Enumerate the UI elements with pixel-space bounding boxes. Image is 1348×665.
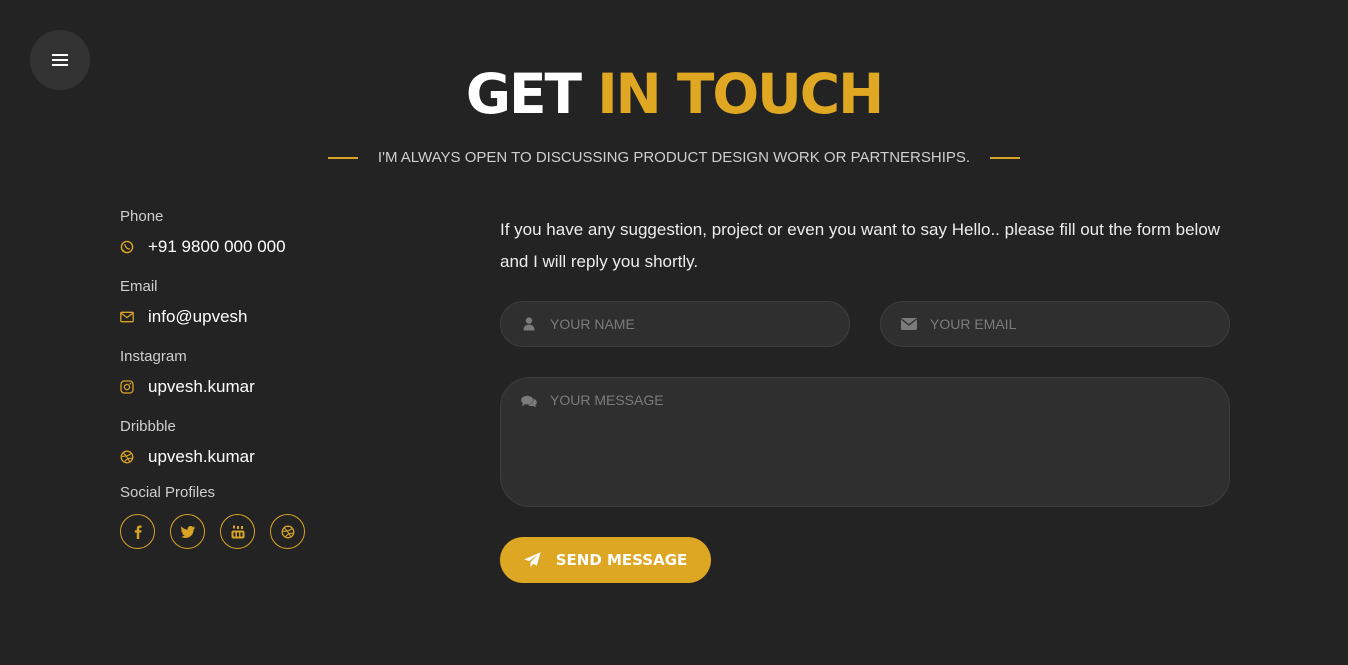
page-subtitle: I'M ALWAYS OPEN TO DISCUSSING PRODUCT DE… (377, 149, 971, 166)
contact-item-instagram: Instagram upvesh.kumar (120, 348, 420, 397)
contact-form: If you have any suggestion, project or e… (500, 214, 1230, 583)
phone-value[interactable]: +91 9800 000 000 (148, 237, 286, 257)
message-input[interactable] (550, 392, 1200, 492)
email-field[interactable] (880, 301, 1230, 347)
facebook-icon (134, 525, 142, 539)
paper-plane-icon (524, 551, 542, 569)
subtitle-divider-right (990, 157, 1021, 159)
subtitle-row: I'M ALWAYS OPEN TO DISCUSSING PRODUCT DE… (0, 148, 1348, 168)
dribbble-icon (281, 525, 294, 538)
youtube-icon (231, 525, 244, 538)
title-part-accent: IN TOUCH (597, 62, 884, 126)
subtitle-divider-left (327, 157, 358, 159)
dribbble-icon (120, 450, 134, 464)
contact-item-phone: Phone +91 9800 000 000 (120, 208, 420, 257)
facebook-button[interactable] (120, 514, 155, 549)
contact-label: Phone (120, 208, 164, 225)
contact-label: Instagram (120, 348, 187, 365)
comments-icon (521, 393, 537, 409)
contact-item-email: Email info@upvesh (120, 278, 420, 327)
contact-item-dribbble: Dribbble upvesh.kumar (120, 418, 420, 467)
whatsapp-icon (120, 240, 134, 254)
dribbble-button[interactable] (270, 514, 305, 549)
send-message-button[interactable]: SEND MESSAGE (500, 537, 711, 583)
instagram-value[interactable]: upvesh.kumar (148, 377, 255, 397)
twitter-button[interactable] (170, 514, 205, 549)
social-profiles (120, 514, 420, 549)
envelope-icon (120, 310, 134, 324)
contact-info: Phone +91 9800 000 000 Email info@upvesh… (120, 208, 420, 549)
twitter-icon (180, 525, 195, 538)
name-field[interactable] (500, 301, 850, 347)
page-title: GET IN TOUCH (0, 62, 1348, 126)
social-profiles-label: Social Profiles (120, 484, 216, 501)
email-value[interactable]: info@upvesh (148, 307, 248, 327)
user-icon (521, 316, 537, 332)
envelope-icon (901, 316, 917, 332)
form-intro: If you have any suggestion, project or e… (500, 220, 1221, 271)
title-part-white: GET (465, 62, 582, 126)
dribbble-value[interactable]: upvesh.kumar (148, 447, 255, 467)
contact-label: Email (120, 278, 158, 295)
contact-label: Dribbble (120, 418, 176, 435)
message-field[interactable] (500, 377, 1230, 507)
instagram-icon (120, 380, 134, 394)
email-input[interactable] (930, 316, 1210, 332)
send-message-label: SEND MESSAGE (555, 551, 688, 569)
name-input[interactable] (550, 316, 830, 332)
youtube-button[interactable] (220, 514, 255, 549)
